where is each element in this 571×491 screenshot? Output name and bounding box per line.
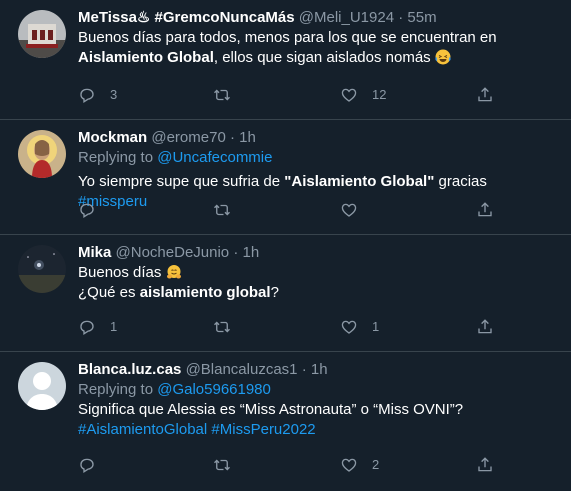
reply-button[interactable] xyxy=(78,455,110,475)
reply-button[interactable]: 1 xyxy=(78,317,117,337)
hashtag-link[interactable]: #AislamientoGlobal xyxy=(78,421,207,438)
text-segment: ? xyxy=(270,284,279,301)
avatar[interactable] xyxy=(18,245,66,293)
replying-label: Replying to xyxy=(78,381,158,398)
timestamp[interactable]: 1h xyxy=(239,129,256,146)
bold-text: aislamiento global xyxy=(139,284,271,301)
laughing-tears-emoji-icon xyxy=(435,49,451,65)
author-handle[interactable]: @NocheDeJunio xyxy=(116,244,230,261)
text-line: Significa que Alessia es “Miss Astronaut… xyxy=(78,401,464,418)
timestamp[interactable]: 1h xyxy=(311,361,328,378)
mention-link[interactable]: @Galo59661980 xyxy=(157,381,271,398)
retweet-button[interactable] xyxy=(213,455,245,475)
share-button[interactable] xyxy=(476,455,494,475)
text-segment: , ellos que sigan aislados nomás xyxy=(213,49,431,66)
hugging-face-emoji-icon xyxy=(166,265,181,279)
tweet-header: Mika @NocheDeJunio · 1h xyxy=(78,243,557,263)
text-segment: Buenos días para todos, menos para los q… xyxy=(78,29,497,46)
author-handle[interactable]: @Blancaluzcas1 xyxy=(186,361,298,378)
reply-count: 1 xyxy=(110,319,118,334)
reply-button[interactable] xyxy=(78,200,110,220)
reply-icon xyxy=(78,318,96,336)
author-handle[interactable]: @Meli_U1924 xyxy=(299,9,394,26)
heart-icon xyxy=(340,86,358,104)
heart-icon xyxy=(340,456,358,474)
mention-link[interactable]: @Uncafecommie xyxy=(157,149,272,166)
replying-to: Replying to @Galo59661980 xyxy=(78,380,557,400)
tweet-text: Buenos días para todos, menos para los q… xyxy=(78,28,557,68)
like-button[interactable]: 12 xyxy=(340,85,386,105)
tweet-text: Significa que Alessia es “Miss Astronaut… xyxy=(78,400,557,440)
heart-icon xyxy=(340,201,358,219)
author-handle[interactable]: @erome70 xyxy=(151,129,225,146)
like-count: 2 xyxy=(372,457,380,472)
reply-count: 3 xyxy=(110,87,118,102)
author-name[interactable]: Mika xyxy=(78,244,111,261)
text-segment: Yo siempre supe que sufria de xyxy=(78,173,285,190)
text-line: #AislamientoGlobal #MissPeru2022 xyxy=(78,420,557,440)
author-name[interactable]: Blanca.luz.cas xyxy=(78,361,181,378)
tweet-1[interactable]: MeTissa♨ #GremcoNuncaMás @Meli_U1924 · 5… xyxy=(0,0,571,120)
share-button[interactable] xyxy=(476,317,494,337)
text-line: ¿Qué es aislamiento global? xyxy=(78,283,557,303)
author-name[interactable]: MeTissa♨ #GremcoNuncaMás xyxy=(78,9,295,26)
author-name[interactable]: Mockman xyxy=(78,129,147,146)
tweet-4[interactable]: Blanca.luz.cas @Blancaluzcas1 · 1h Reply… xyxy=(0,352,571,491)
separator: · xyxy=(229,129,235,146)
retweet-icon xyxy=(213,318,231,336)
tweet-text: Buenos días ¿Qué es aislamiento global? xyxy=(78,263,557,303)
like-button[interactable]: 2 xyxy=(340,455,379,475)
text-segment: Buenos días xyxy=(78,264,162,281)
heart-icon xyxy=(340,318,358,336)
share-icon xyxy=(476,318,494,336)
replying-label: Replying to xyxy=(78,149,158,166)
tweet-header: Mockman @erome70 · 1h xyxy=(78,128,557,148)
retweet-button[interactable] xyxy=(213,317,245,337)
like-button[interactable] xyxy=(340,200,372,220)
tweet-header: MeTissa♨ #GremcoNuncaMás @Meli_U1924 · 5… xyxy=(78,8,557,28)
bold-text: "Aislamiento Global" xyxy=(284,173,435,190)
tweet-3[interactable]: Mika @NocheDeJunio · 1h Buenos días ¿Qué… xyxy=(0,235,571,352)
separator: · xyxy=(398,9,404,26)
like-button[interactable]: 1 xyxy=(340,317,379,337)
share-button[interactable] xyxy=(476,200,494,220)
tweet-actions: 1 1 xyxy=(78,317,511,337)
text-line: Buenos días xyxy=(78,263,557,283)
tweet-2[interactable]: Mockman @erome70 · 1h Replying to @Uncaf… xyxy=(0,120,571,235)
timestamp[interactable]: 55m xyxy=(407,9,436,26)
share-icon xyxy=(476,456,494,474)
retweet-button[interactable] xyxy=(213,85,245,105)
retweet-button[interactable] xyxy=(213,200,245,220)
tweet-actions: 3 12 xyxy=(78,85,511,105)
tweet-actions: 2 xyxy=(78,455,511,475)
reply-button[interactable]: 3 xyxy=(78,85,117,105)
retweet-icon xyxy=(213,456,231,474)
timestamp[interactable]: 1h xyxy=(243,244,260,261)
avatar[interactable] xyxy=(18,10,66,58)
share-icon xyxy=(476,201,494,219)
like-count: 12 xyxy=(372,87,387,102)
reply-icon xyxy=(78,456,96,474)
bold-text: Aislamiento Global xyxy=(78,49,214,66)
retweet-icon xyxy=(213,86,231,104)
retweet-icon xyxy=(213,201,231,219)
avatar[interactable] xyxy=(18,130,66,178)
avatar[interactable] xyxy=(18,362,66,410)
separator: · xyxy=(233,244,239,261)
replying-to: Replying to @Uncafecommie xyxy=(78,148,557,168)
tweet-actions xyxy=(78,200,511,220)
text-segment: gracias xyxy=(434,173,487,190)
tweet-header: Blanca.luz.cas @Blancaluzcas1 · 1h xyxy=(78,360,557,380)
text-segment: ¿Qué es xyxy=(78,284,140,301)
share-button[interactable] xyxy=(476,85,494,105)
hashtag-link[interactable]: #MissPeru2022 xyxy=(211,421,315,438)
like-count: 1 xyxy=(372,319,380,334)
reply-icon xyxy=(78,201,96,219)
reply-icon xyxy=(78,86,96,104)
separator: · xyxy=(301,361,307,378)
share-icon xyxy=(476,86,494,104)
